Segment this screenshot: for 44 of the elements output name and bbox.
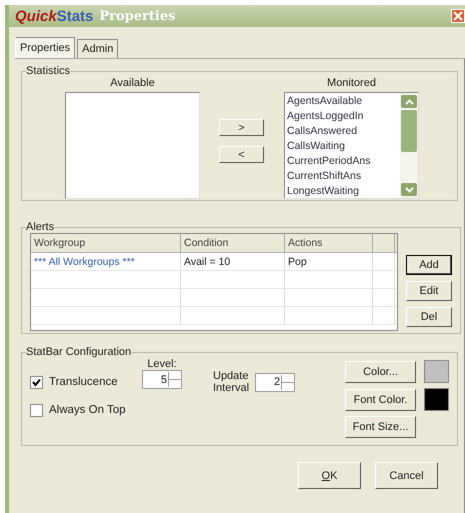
list-label: Monitored — [327, 77, 376, 89]
level-spinner[interactable]: 5 — [142, 370, 182, 389]
dialog-button[interactable]: Cancel — [375, 462, 438, 489]
interval-spinner[interactable]: 2 — [255, 372, 296, 392]
level-label: Level: — [147, 358, 177, 370]
move-right-button[interactable]: > — [219, 119, 264, 136]
group-title: Alerts — [26, 221, 54, 233]
close-button[interactable] — [451, 9, 465, 23]
tab[interactable]: Properties — [15, 37, 76, 58]
window-title: Properties — [99, 8, 176, 24]
list-item[interactable]: AgentsAvailable — [287, 94, 398, 109]
alert-button[interactable]: Del — [406, 307, 452, 327]
group-title: Statistics — [26, 65, 70, 77]
color-button[interactable]: Font Color. — [345, 388, 416, 410]
close-icon — [453, 11, 463, 21]
table-cell: Pop — [285, 253, 373, 270]
app-logo: QuickStats — [15, 8, 94, 24]
available-list[interactable] — [65, 92, 200, 199]
table-cell: Avail = 10 — [181, 253, 285, 270]
column-header[interactable]: Actions — [285, 234, 373, 252]
tab[interactable]: Admin — [77, 39, 118, 58]
dialog-button[interactable]: OK — [298, 462, 361, 489]
list-item[interactable]: CurrentShiftAns — [287, 169, 398, 184]
column-header[interactable]: Workgroup — [31, 234, 181, 252]
color-button[interactable]: Color... — [345, 360, 416, 382]
list-item[interactable]: CallsAnswered — [287, 124, 398, 139]
monitored-list[interactable]: AgentsAvailable AgentsLoggedIn CallsAnswered CallsWaiting CurrentPeriodAns CurrentShiftAns LongestWaiting — [284, 92, 419, 199]
list-item[interactable]: CallsWaiting — [287, 139, 398, 154]
scrollbar[interactable] — [400, 93, 418, 198]
alert-button[interactable]: Edit — [406, 281, 452, 301]
update-interval-label: Update Interval — [213, 370, 250, 394]
alert-button[interactable]: Add — [406, 255, 452, 275]
column-header[interactable]: Condition — [181, 234, 285, 252]
list-item[interactable]: LongestWaiting — [287, 184, 398, 199]
always-on-top-checkbox[interactable]: Always On Top — [30, 402, 296, 418]
group-title: StatBar Configuration — [26, 346, 132, 358]
check-icon — [32, 378, 41, 386]
translucence-checkbox[interactable]: Translucence — [30, 374, 136, 390]
table-cell: *** All Workgroups *** — [31, 253, 181, 270]
list-item[interactable]: AgentsLoggedIn — [287, 109, 398, 124]
list-item[interactable]: CurrentPeriodAns — [287, 154, 398, 169]
list-label: Available — [110, 77, 155, 89]
color-button[interactable]: Font Size... — [345, 416, 416, 438]
move-left-button[interactable]: < — [219, 146, 264, 163]
